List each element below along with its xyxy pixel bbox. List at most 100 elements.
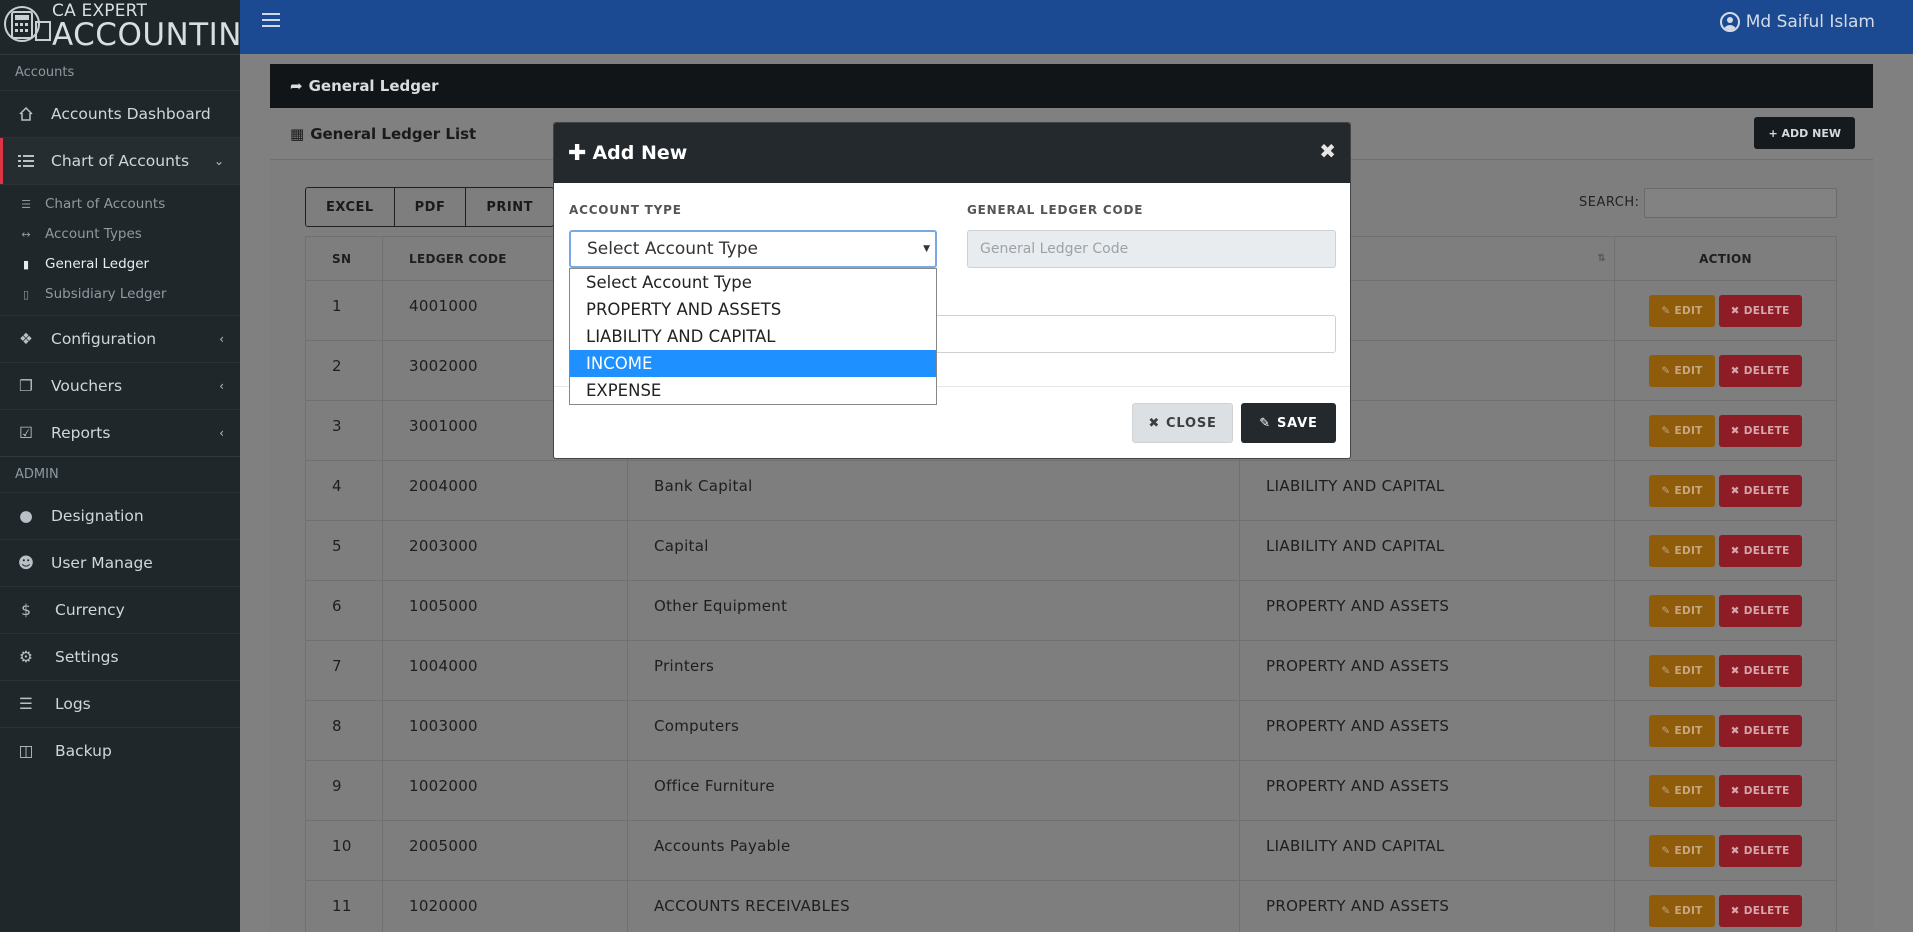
sidebar: CA EXPERT ACCOUNTING Accounts Accounts D…	[0, 0, 240, 932]
dropdown-option[interactable]: EXPENSE	[570, 377, 936, 404]
edit-icon: ✎	[1661, 304, 1675, 317]
cell-sn: 3	[305, 400, 383, 461]
sort-icon[interactable]: ⇅	[1597, 253, 1606, 264]
search-input[interactable]	[1644, 188, 1837, 218]
cell-account-type: PROPERTY AND ASSETS	[1239, 700, 1615, 761]
dropdown-option[interactable]: PROPERTY AND ASSETS	[570, 296, 936, 323]
sidebar-item-reports[interactable]: ☑ Reports ‹	[0, 409, 240, 456]
delete-button[interactable]: ✖ DELETE	[1718, 414, 1802, 447]
sidebar-item-configuration[interactable]: ❖ Configuration ‹	[0, 315, 240, 362]
cell-sn: 11	[305, 880, 383, 932]
edit-button[interactable]: ✎ EDIT	[1649, 834, 1715, 867]
dropdown-option-highlighted[interactable]: INCOME	[570, 350, 936, 377]
edit-button[interactable]: ✎ EDIT	[1649, 654, 1715, 687]
copy-icon: ❐	[19, 377, 33, 395]
calculator-logo-icon	[2, 2, 54, 52]
brand[interactable]: CA EXPERT ACCOUNTING	[0, 0, 240, 54]
table-row: 8 1003000 Computers PROPERTY AND ASSETS ✎ ED…	[305, 700, 1837, 761]
sidebar-item-currency[interactable]: $ Currency	[0, 586, 240, 633]
save-button-label: SAVE	[1277, 415, 1318, 431]
sidebar-item-settings[interactable]: ⚙ Settings	[0, 633, 240, 680]
caret-down-icon: ▼	[923, 244, 930, 254]
save-button[interactable]: ✎ SAVE	[1241, 403, 1336, 443]
sidebar-subitem-account-types[interactable]: ↔ Account Types	[0, 219, 240, 249]
cell-sn: 6	[305, 580, 383, 641]
chevron-down-icon: ⌄	[213, 154, 224, 168]
cell-ledger-name: Printers	[627, 640, 1240, 701]
sidebar-item-user-manage[interactable]: ☻ User Manage	[0, 539, 240, 586]
times-icon: ✖	[1730, 784, 1744, 797]
close-button[interactable]: ✖ CLOSE	[1132, 403, 1233, 443]
dropdown-option[interactable]: Select Account Type	[570, 269, 936, 296]
pdf-button[interactable]: PDF	[395, 188, 467, 226]
gl-code-input[interactable]: General Ledger Code	[967, 230, 1336, 268]
delete-button[interactable]: ✖ DELETE	[1718, 834, 1802, 867]
delete-button[interactable]: ✖ DELETE	[1718, 894, 1802, 927]
edit-button[interactable]: ✎ EDIT	[1649, 354, 1715, 387]
edit-button[interactable]: ✎ EDIT	[1649, 774, 1715, 807]
sidebar-subitem-general-ledger[interactable]: ▮ General Ledger	[0, 249, 240, 279]
sidebar-subitem-subsidiary-ledger[interactable]: ▯ Subsidiary Ledger	[0, 279, 240, 309]
list-icon	[17, 152, 35, 170]
cell-ledger-code: 1005000	[382, 580, 628, 641]
delete-button[interactable]: ✖ DELETE	[1718, 534, 1802, 567]
delete-label: DELETE	[1743, 844, 1790, 857]
delete-label: DELETE	[1743, 544, 1790, 557]
cell-action: ✎ EDIT ✖ DELETE	[1614, 760, 1837, 821]
print-button[interactable]: PRINT	[466, 188, 553, 226]
delete-button[interactable]: ✖ DELETE	[1718, 654, 1802, 687]
cell-ledger-code: 2004000	[382, 460, 628, 521]
edit-button[interactable]: ✎ EDIT	[1649, 594, 1715, 627]
account-type-label: ACCOUNT TYPE	[569, 203, 682, 217]
sidebar-item-chart-of-accounts[interactable]: Chart of Accounts ⌄	[0, 137, 240, 184]
times-icon: ✖	[1730, 604, 1744, 617]
user-menu[interactable]: Md Saiful Islam	[1719, 12, 1875, 32]
delete-button[interactable]: ✖ DELETE	[1718, 714, 1802, 747]
table-icon: ▦	[290, 124, 305, 143]
account-type-select[interactable]: Select Account Type ▼	[569, 230, 937, 268]
cell-action: ✎ EDIT ✖ DELETE	[1614, 460, 1837, 521]
delete-label: DELETE	[1743, 604, 1790, 617]
sidebar-item-label: Backup	[55, 742, 112, 760]
add-new-button[interactable]: + ADD NEW	[1754, 117, 1855, 149]
edit-icon: ✎	[1661, 364, 1675, 377]
edit-label: EDIT	[1674, 424, 1703, 437]
cell-action: ✎ EDIT ✖ DELETE	[1614, 640, 1837, 701]
user-name: Md Saiful Islam	[1745, 12, 1875, 32]
edit-button[interactable]: ✎ EDIT	[1649, 534, 1715, 567]
sidebar-subitem-label: Account Types	[45, 226, 142, 242]
excel-button[interactable]: EXCEL	[306, 188, 395, 226]
cell-account-type: LIABILITY AND CAPITAL	[1239, 460, 1615, 521]
delete-button[interactable]: ✖ DELETE	[1718, 354, 1802, 387]
edit-button[interactable]: ✎ EDIT	[1649, 714, 1715, 747]
table-row: 6 1005000 Other Equipment PROPERTY AND ASSE…	[305, 580, 1837, 641]
sidebar-item-vouchers[interactable]: ❐ Vouchers ‹	[0, 362, 240, 409]
sidebar-item-label: Currency	[55, 601, 125, 619]
sidebar-item-label: Chart of Accounts	[51, 152, 190, 170]
close-icon[interactable]: ✖	[1319, 139, 1336, 163]
edit-button[interactable]: ✎ EDIT	[1649, 894, 1715, 927]
dropdown-option[interactable]: LIABILITY AND CAPITAL	[570, 323, 936, 350]
times-icon: ✖	[1730, 904, 1744, 917]
delete-button[interactable]: ✖ DELETE	[1718, 594, 1802, 627]
hamburger-menu-icon[interactable]	[262, 13, 280, 29]
close-button-label: CLOSE	[1166, 415, 1217, 431]
edit-button[interactable]: ✎ EDIT	[1649, 294, 1715, 327]
list-title: General Ledger List	[310, 124, 477, 143]
delete-button[interactable]: ✖ DELETE	[1718, 774, 1802, 807]
sidebar-item-designation[interactable]: ● Designation	[0, 492, 240, 539]
times-icon: ✖	[1730, 544, 1744, 557]
sidebar-item-logs[interactable]: ☰ Logs	[0, 680, 240, 727]
delete-button[interactable]: ✖ DELETE	[1718, 474, 1802, 507]
edit-button[interactable]: ✎ EDIT	[1649, 414, 1715, 447]
cell-sn: 9	[305, 760, 383, 821]
cell-account-type: PROPERTY AND ASSETS	[1239, 760, 1615, 821]
delete-button[interactable]: ✖ DELETE	[1718, 294, 1802, 327]
edit-button[interactable]: ✎ EDIT	[1649, 474, 1715, 507]
col-header-sn[interactable]: SN	[305, 236, 383, 281]
edit-square-icon: ✎	[1259, 415, 1271, 431]
sidebar-item-accounts-dashboard[interactable]: Accounts Dashboard	[0, 90, 240, 137]
sidebar-subitem-chart-of-accounts[interactable]: ☰ Chart of Accounts	[0, 189, 240, 219]
sidebar-item-backup[interactable]: ◫ Backup	[0, 727, 240, 774]
times-icon: ✖	[1148, 415, 1161, 431]
